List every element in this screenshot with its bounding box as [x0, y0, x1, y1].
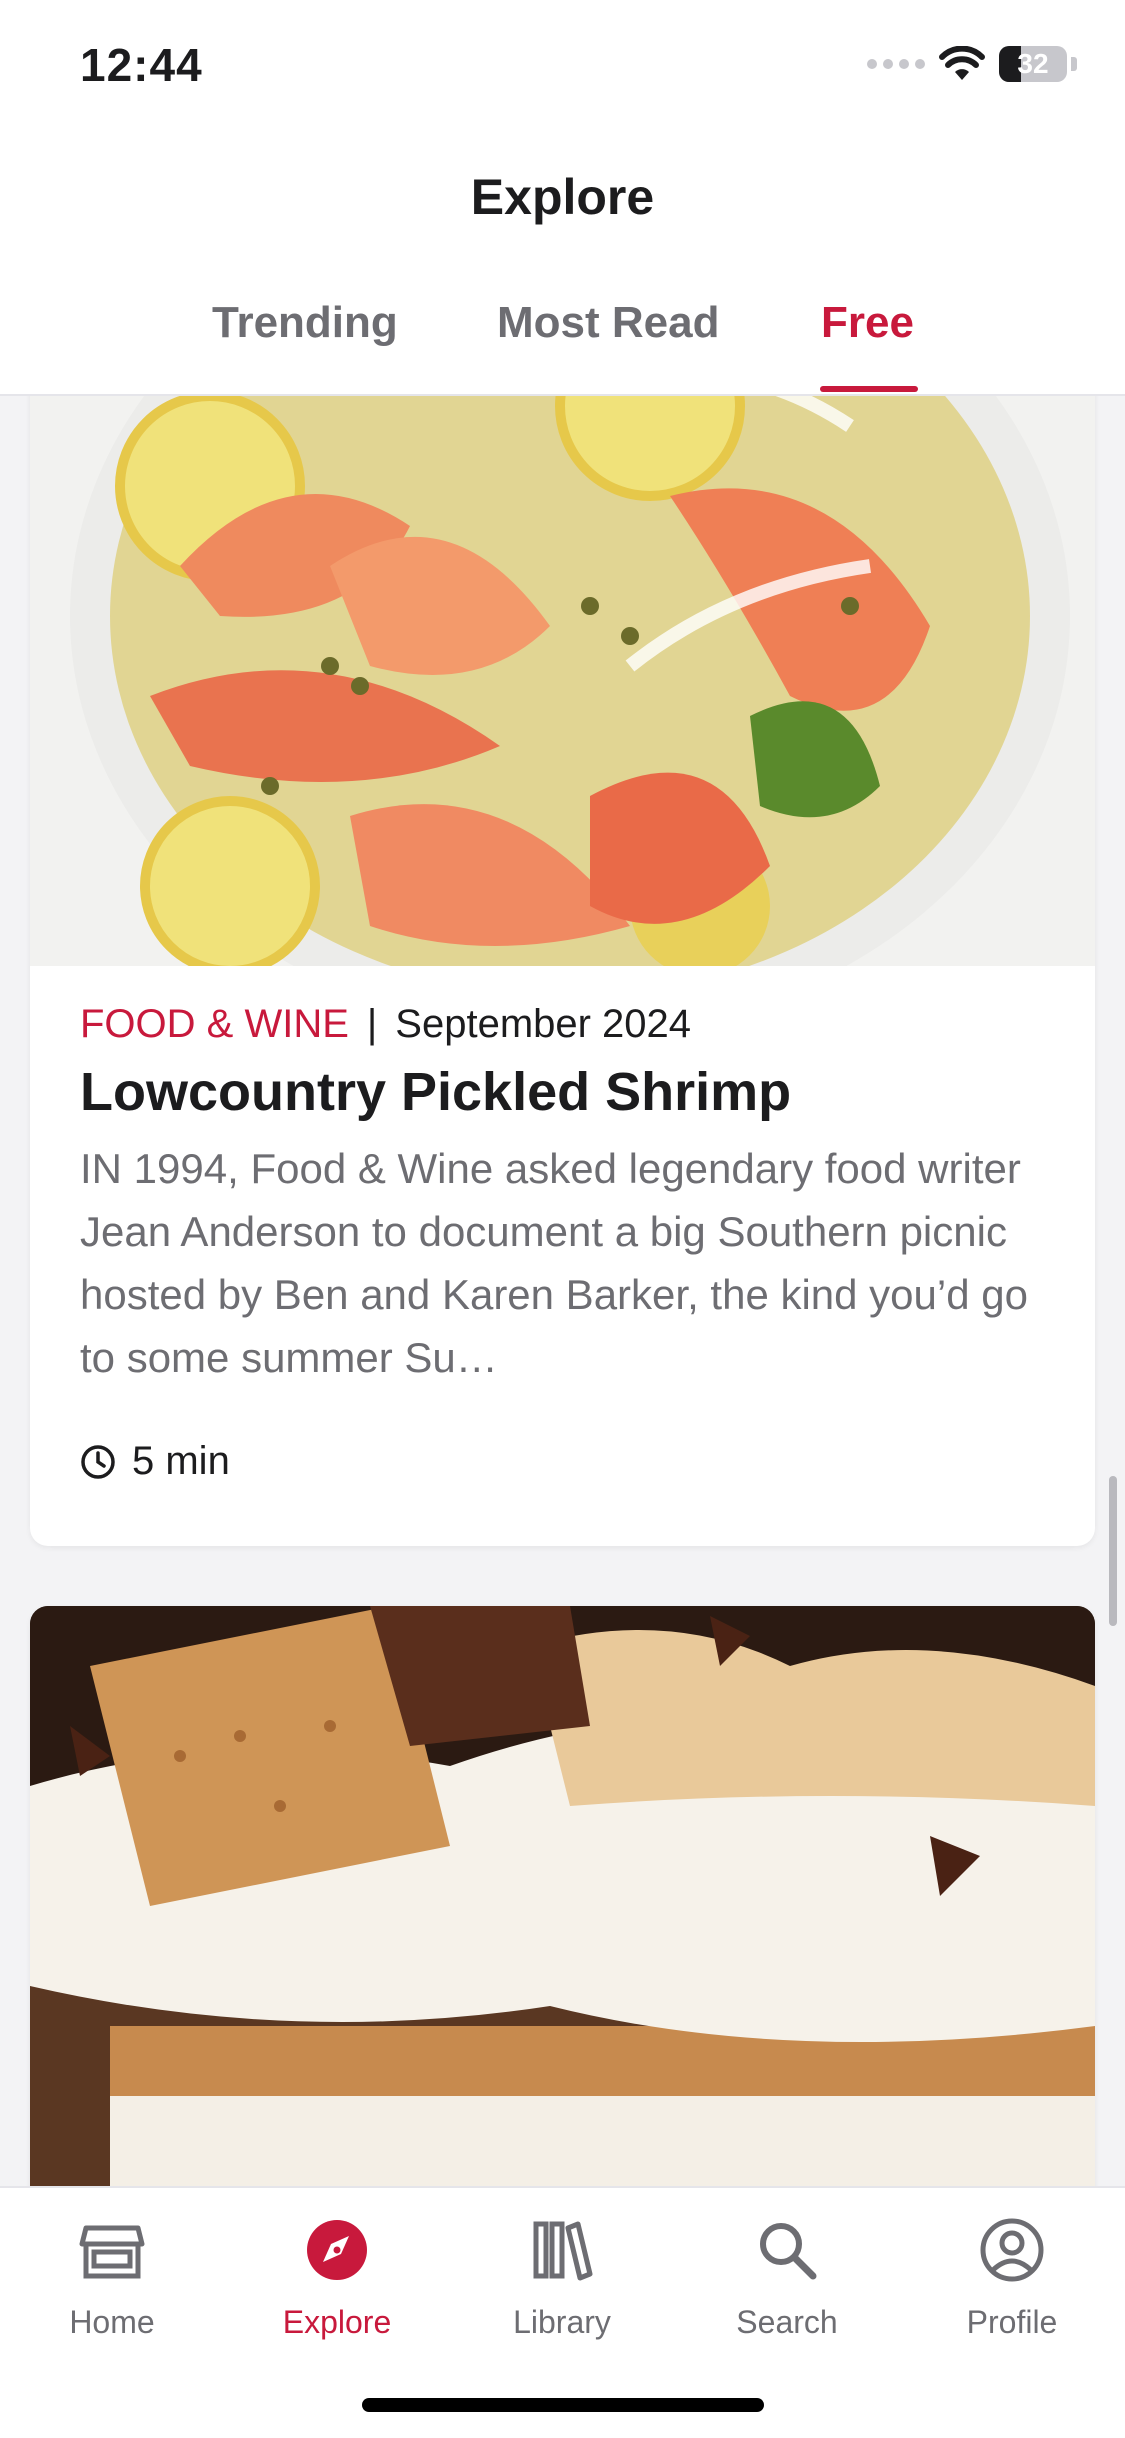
- nav-search[interactable]: Search: [697, 2214, 877, 2341]
- search-icon: [760, 2223, 817, 2280]
- compass-icon: [307, 2220, 367, 2280]
- nav-home[interactable]: Home: [22, 2214, 202, 2341]
- smores-icebox-cake-photo: [30, 1606, 1095, 2186]
- wifi-icon: [939, 46, 985, 80]
- battery-level: 32: [1017, 48, 1049, 79]
- status-time: 12:44: [80, 39, 203, 91]
- battery-cap: [1071, 57, 1077, 71]
- article-meta: FOOD & WINE | September 2024: [80, 1002, 1045, 1047]
- tab-bar: Trending Most Read Free: [0, 280, 1125, 396]
- publisher-name: FOOD & WINE: [80, 1002, 349, 1046]
- nav-explore[interactable]: Explore: [247, 2214, 427, 2341]
- nav-library[interactable]: Library: [472, 2214, 652, 2341]
- home-indicator: [362, 2398, 764, 2412]
- clock-icon: [81, 1444, 115, 1479]
- active-tab-indicator: [820, 386, 918, 392]
- battery-icon: 32: [999, 46, 1067, 82]
- article-excerpt: IN 1994, Food & Wine asked legendary foo…: [80, 1145, 1028, 1381]
- tab-free[interactable]: Free: [821, 298, 914, 348]
- meta-separator: |: [366, 1002, 378, 1046]
- status-bar: 12:44 32: [0, 0, 1125, 130]
- article-card[interactable]: [30, 1606, 1095, 2186]
- read-time: 5 min: [80, 1439, 1045, 1484]
- nav-library-label: Library: [513, 2304, 611, 2340]
- cellular-signal-icon: [867, 59, 925, 69]
- nav-search-label: Search: [736, 2304, 838, 2340]
- article-title[interactable]: Lowcountry Pickled Shrimp: [80, 1061, 1045, 1123]
- status-indicators: 32: [867, 46, 1077, 82]
- profile-icon: [980, 2218, 1044, 2282]
- article-feed[interactable]: FOOD & WINE | September 2024 Lowcountry …: [0, 396, 1125, 2186]
- read-time-label: 5 min: [132, 1439, 230, 1483]
- issue-date: September 2024: [395, 1002, 692, 1046]
- page-title: Explore: [470, 169, 655, 225]
- nav-explore-label: Explore: [282, 2304, 392, 2340]
- pickled-shrimp-plate-photo: [30, 396, 1095, 966]
- store-icon: [79, 2225, 145, 2279]
- tab-most-read[interactable]: Most Read: [497, 298, 719, 348]
- nav-home-label: Home: [69, 2304, 155, 2340]
- tab-trending[interactable]: Trending: [212, 298, 398, 348]
- nav-profile-label: Profile: [966, 2304, 1058, 2340]
- library-icon: [533, 2221, 593, 2281]
- article-card[interactable]: FOOD & WINE | September 2024 Lowcountry …: [30, 396, 1095, 1546]
- feed-scrollbar[interactable]: [1109, 1476, 1117, 1626]
- nav-profile[interactable]: Profile: [922, 2214, 1102, 2341]
